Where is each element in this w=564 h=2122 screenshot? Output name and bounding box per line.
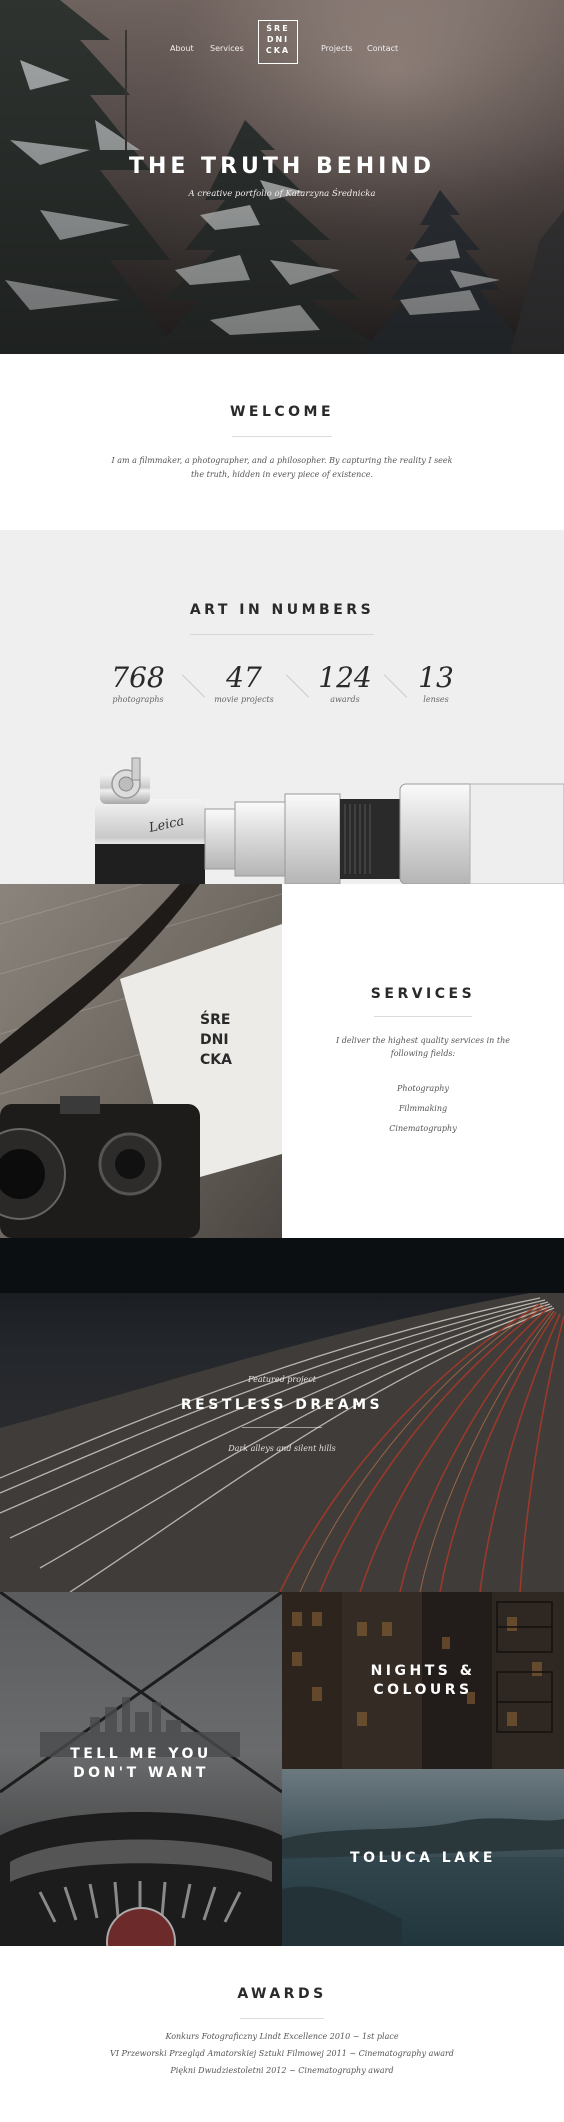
- stat-value: 13: [418, 661, 454, 694]
- tile-title-line: DON'T WANT: [73, 1765, 209, 1781]
- project-tile-nights-colours[interactable]: NIGHTS & COLOURS: [282, 1592, 564, 1769]
- stat-value: 47: [226, 661, 262, 694]
- service-item-cinematography: Cinematography: [389, 1124, 457, 1133]
- hero-section: About Services Projects Contact ŚRE DNI …: [0, 0, 564, 354]
- tile-title-line: COLOURS: [373, 1682, 473, 1698]
- logo-line: ŚRE: [266, 24, 290, 33]
- stat-awards: 124 awards: [310, 661, 380, 705]
- numbers-divider: [190, 634, 374, 635]
- award-item: VI Przeworski Przegląd Amatorskiej Sztuk…: [110, 2049, 454, 2058]
- nav-projects[interactable]: Projects: [321, 44, 353, 53]
- services-lead-line: I deliver the highest quality services i…: [336, 1036, 510, 1045]
- tile-title: TOLUCA LAKE: [350, 1850, 496, 1866]
- nav-about[interactable]: About: [170, 44, 194, 53]
- services-section: SERVICES I deliver the highest quality s…: [282, 884, 564, 1238]
- stat-value: 768: [111, 661, 165, 694]
- stat-movie-projects: 47 movie projects: [206, 661, 282, 705]
- services-lead: I deliver the highest quality services i…: [322, 1034, 524, 1060]
- stat-label: lenses: [423, 695, 449, 704]
- tile-title: NIGHTS & COLOURS: [282, 1662, 564, 1700]
- welcome-text-line: the truth, hidden in every piece of exis…: [190, 470, 374, 479]
- card-letter-line: CKA: [200, 1052, 232, 1068]
- nav-contact[interactable]: Contact: [367, 44, 398, 53]
- award-item: Piękni Dwudziestoletni 2012 ~ Cinematogr…: [170, 2066, 394, 2075]
- service-item-filmmaking: Filmmaking: [398, 1104, 448, 1113]
- project-tile-tell-me[interactable]: TELL ME YOU DON'T WANT: [0, 1592, 282, 1946]
- featured-label: Featured project: [248, 1375, 316, 1384]
- card-letter-line: DNI: [200, 1032, 229, 1048]
- numbers-title: ART IN NUMBERS: [189, 602, 375, 618]
- hero-title: THE TRUTH BEHIND: [128, 154, 436, 179]
- services-divider: [374, 1016, 472, 1017]
- service-item-photography: Photography: [397, 1084, 449, 1093]
- nav-services[interactable]: Services: [210, 44, 244, 53]
- logo-line: CKA: [265, 46, 291, 55]
- awards-section: AWARDS Konkurs Fotograficzny Lindt Excel…: [0, 1946, 564, 2122]
- welcome-text: I am a filmmaker, a photographer, and a …: [110, 454, 454, 482]
- welcome-text-line: I am a filmmaker, a photographer, and a …: [111, 456, 453, 465]
- welcome-section: WELCOME I am a filmmaker, a photographer…: [0, 354, 564, 530]
- featured-title: RESTLESS DREAMS: [180, 1397, 384, 1413]
- tile-title-line: NIGHTS &: [370, 1663, 476, 1679]
- tile-title-line: TELL ME YOU: [70, 1746, 212, 1762]
- awards-title: AWARDS: [237, 1986, 327, 2002]
- numbers-section: ART IN NUMBERS 768 photographs 47 movie …: [0, 530, 564, 884]
- featured-divider: [242, 1427, 322, 1428]
- welcome-divider: [232, 436, 332, 437]
- welcome-title: WELCOME: [229, 404, 335, 420]
- featured-project[interactable]: Featured project RESTLESS DREAMS Dark al…: [0, 1238, 564, 1592]
- services-lead-line: following fields:: [390, 1049, 456, 1058]
- stat-label: photographs: [112, 695, 164, 704]
- site-logo[interactable]: ŚRE DNI CKA: [258, 20, 298, 64]
- awards-divider: [240, 2018, 324, 2019]
- tile-title: TELL ME YOU DON'T WANT: [0, 1745, 282, 1783]
- card-letter-line: ŚRE: [200, 1010, 230, 1028]
- stat-separator: [285, 674, 310, 698]
- featured-description: Dark alleys and silent hills: [228, 1444, 336, 1453]
- services-image: ŚRE DNI CKA: [0, 884, 282, 1238]
- project-tile-toluca-lake[interactable]: TOLUCA LAKE: [282, 1769, 564, 1946]
- hero-subtitle: A creative portfolio of Katarzyna Średni…: [188, 189, 376, 199]
- stat-label: movie projects: [214, 695, 274, 704]
- stat-photographs: 768 photographs: [100, 661, 176, 705]
- award-item: Konkurs Fotograficzny Lindt Excellence 2…: [165, 2032, 399, 2041]
- stat-lenses: 13 lenses: [408, 661, 464, 705]
- light-trails-image: [0, 1238, 564, 1592]
- stat-separator: [181, 674, 206, 698]
- card-letters: ŚRE DNI CKA: [200, 1010, 232, 1068]
- stat-value: 124: [318, 661, 372, 694]
- stat-separator: [383, 674, 408, 698]
- services-title: SERVICES: [370, 986, 476, 1002]
- leica-camera-image: Leica: [95, 757, 564, 884]
- logo-line: DNI: [266, 35, 290, 44]
- stat-label: awards: [330, 695, 360, 704]
